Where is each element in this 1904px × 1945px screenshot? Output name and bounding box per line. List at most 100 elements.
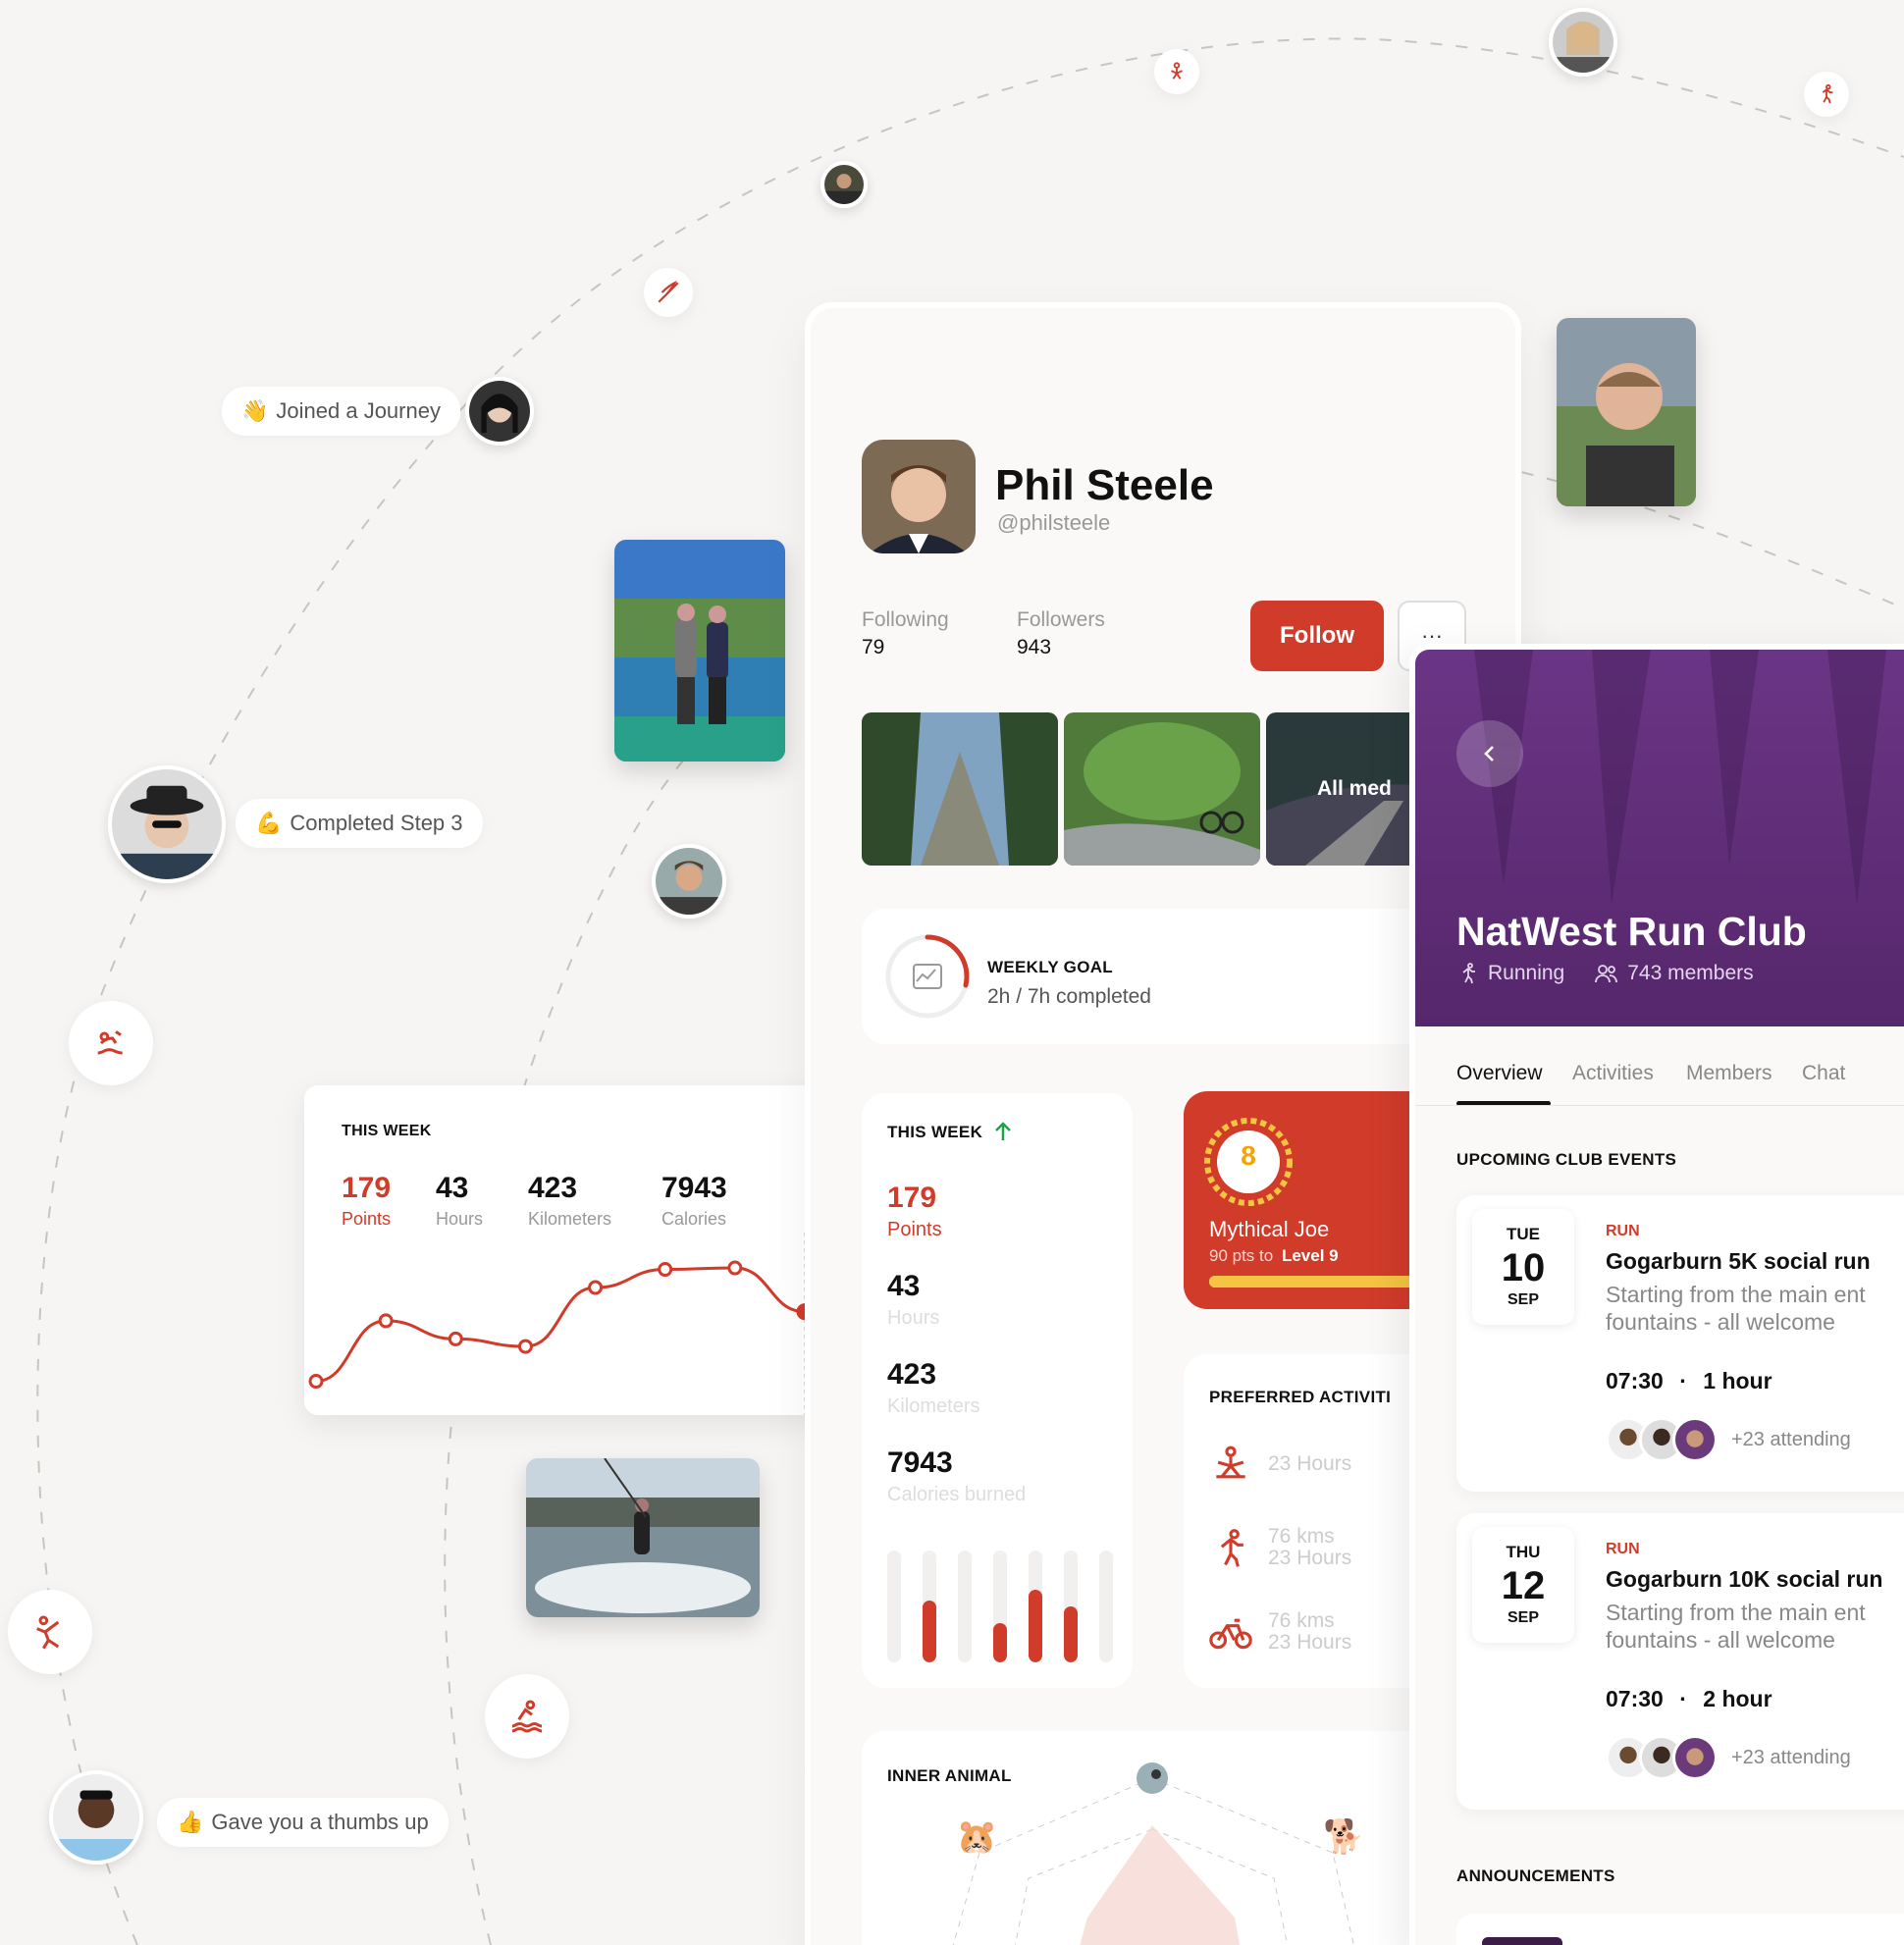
stat-hours: 43 Hours [436, 1172, 483, 1230]
followers-label: Followers [1017, 608, 1105, 631]
hamster-icon: 🐹 [956, 1818, 998, 1856]
stat-label: Kilometers [528, 1209, 612, 1229]
activity-text: Joined a Journey [276, 398, 441, 423]
event-time-row: 07:30 · 1 hour [1606, 1368, 1772, 1394]
bar-track [887, 1551, 901, 1662]
event-month: SEP [1507, 1291, 1539, 1308]
bar-track [1029, 1551, 1042, 1662]
trend-up-icon [995, 1122, 1011, 1140]
bike-icon [1209, 1618, 1252, 1650]
event-description-line2: fountains - all welcome [1606, 1627, 1835, 1653]
run-icon [1220, 1529, 1243, 1567]
attendee-avatars [1606, 1417, 1718, 1462]
dog-icon: 🐕 [1323, 1818, 1365, 1856]
bar-track [923, 1551, 936, 1662]
badge-subtitle: 90 pts to Level 9 [1209, 1246, 1339, 1266]
media-thumbnail[interactable] [1064, 712, 1260, 866]
stat-label: Kilometers [887, 1395, 980, 1417]
event-title: Gogarburn 10K social run [1606, 1566, 1883, 1592]
thumbs-up-emoji: 👍 [177, 1810, 204, 1834]
activity-pill-completed: 💪 Completed Step 3 [236, 799, 483, 848]
data-point[interactable] [448, 1331, 463, 1346]
event-date: TUE 10 SEP [1472, 1209, 1574, 1325]
event-description-line1: Starting from the main ent [1606, 1282, 1866, 1307]
chevron-left-icon [1484, 746, 1494, 762]
tab-activities[interactable]: Activities [1572, 1062, 1654, 1085]
attendee-avatars [1606, 1735, 1718, 1780]
activity-line2: 23 Hours [1268, 1547, 1352, 1569]
martial-arts-icon [8, 1590, 92, 1674]
selfie-photo[interactable] [1557, 318, 1696, 506]
stat-value: 423 [528, 1172, 578, 1204]
activity-row: 76 kms 23 Hours [1209, 1609, 1351, 1659]
data-point[interactable] [517, 1339, 533, 1354]
announcement-card[interactable] [1456, 1914, 1904, 1945]
user-avatar[interactable] [1549, 8, 1617, 77]
card-heading: THIS WEEK [887, 1123, 983, 1141]
stat-calories: 7943 Calories [661, 1172, 727, 1230]
bar-track [958, 1551, 972, 1662]
bar-track [993, 1551, 1007, 1662]
user-avatar[interactable] [652, 844, 726, 919]
separator-dot: · [1679, 1686, 1687, 1711]
event-type: RUN [1606, 1541, 1640, 1557]
bar-fill [1064, 1606, 1078, 1662]
user-avatar[interactable] [108, 765, 226, 883]
activity-line1: 76 kms [1268, 1609, 1335, 1632]
back-button[interactable] [1456, 720, 1523, 787]
stat-calories: 7943 Calories burned [887, 1446, 1026, 1506]
club-meta: Running 743 members [1456, 962, 1754, 985]
weekly-goal-ring [885, 934, 970, 1019]
event-month: SEP [1507, 1609, 1539, 1626]
user-avatar[interactable] [465, 377, 534, 446]
profile-name: Phil Steele [995, 461, 1214, 509]
announcements-heading: ANNOUNCEMENTS [1456, 1866, 1615, 1885]
stat-value: 179 [887, 1182, 937, 1214]
event-description-line2: fountains - all welcome [1606, 1309, 1835, 1335]
stat-hours: 43 Hours [887, 1270, 939, 1330]
attending-count: +23 attending [1731, 1428, 1851, 1450]
stat-label: Calories burned [887, 1484, 1027, 1505]
data-point[interactable] [378, 1313, 394, 1329]
stat-value: 7943 [661, 1172, 727, 1204]
event-card[interactable]: TUE 10 SEP RUN Gogarburn 5K social run S… [1456, 1195, 1904, 1492]
data-point[interactable] [658, 1262, 673, 1278]
followers-stat[interactable]: Followers 943 [1017, 608, 1105, 659]
activity-text: Gave you a thumbs up [211, 1810, 429, 1834]
data-point[interactable] [308, 1374, 324, 1390]
profile-avatar[interactable] [862, 440, 976, 553]
cycling-icon [69, 1001, 153, 1085]
tab-overview[interactable]: Overview [1456, 1062, 1543, 1085]
tab-chat[interactable]: Chat [1802, 1062, 1845, 1085]
stat-value: 43 [436, 1172, 469, 1204]
following-stat[interactable]: Following 79 [862, 608, 949, 659]
stat-value: 43 [887, 1270, 921, 1302]
club-members: 743 members [1627, 962, 1754, 984]
data-point[interactable] [727, 1260, 743, 1276]
bar-fill [1029, 1589, 1042, 1662]
follow-button[interactable]: Follow [1250, 601, 1384, 671]
stat-label: Points [887, 1219, 942, 1240]
data-point[interactable] [588, 1280, 604, 1295]
tab-members[interactable]: Members [1686, 1062, 1772, 1085]
flex-emoji: 💪 [255, 811, 283, 835]
badge-level-number: 8 [1241, 1140, 1256, 1171]
media-thumbnail[interactable] [862, 712, 1058, 866]
card-heading: THIS WEEK [342, 1123, 432, 1139]
weekly-goal-value: 2h / 7h completed [987, 985, 1151, 1008]
event-card[interactable]: THU 12 SEP RUN Gogarburn 10K social run … [1456, 1513, 1904, 1810]
all-media-label: All med [1317, 777, 1392, 800]
wakeboard-photo[interactable] [526, 1458, 760, 1617]
event-description-line1: Starting from the main ent [1606, 1600, 1866, 1625]
profile-handle: @philsteele [997, 510, 1111, 535]
members-icon [1595, 965, 1618, 983]
user-avatar[interactable] [49, 1770, 143, 1865]
stat-label: Hours [436, 1209, 484, 1229]
tennis-photo[interactable] [614, 540, 785, 762]
run-icon [1804, 72, 1849, 117]
user-avatar[interactable] [820, 161, 868, 208]
bar-fill [923, 1601, 936, 1662]
stat-value: 179 [342, 1172, 392, 1204]
event-time-row: 07:30 · 2 hour [1606, 1686, 1772, 1712]
activity-pill-thumbs: 👍 Gave you a thumbs up [157, 1798, 449, 1847]
